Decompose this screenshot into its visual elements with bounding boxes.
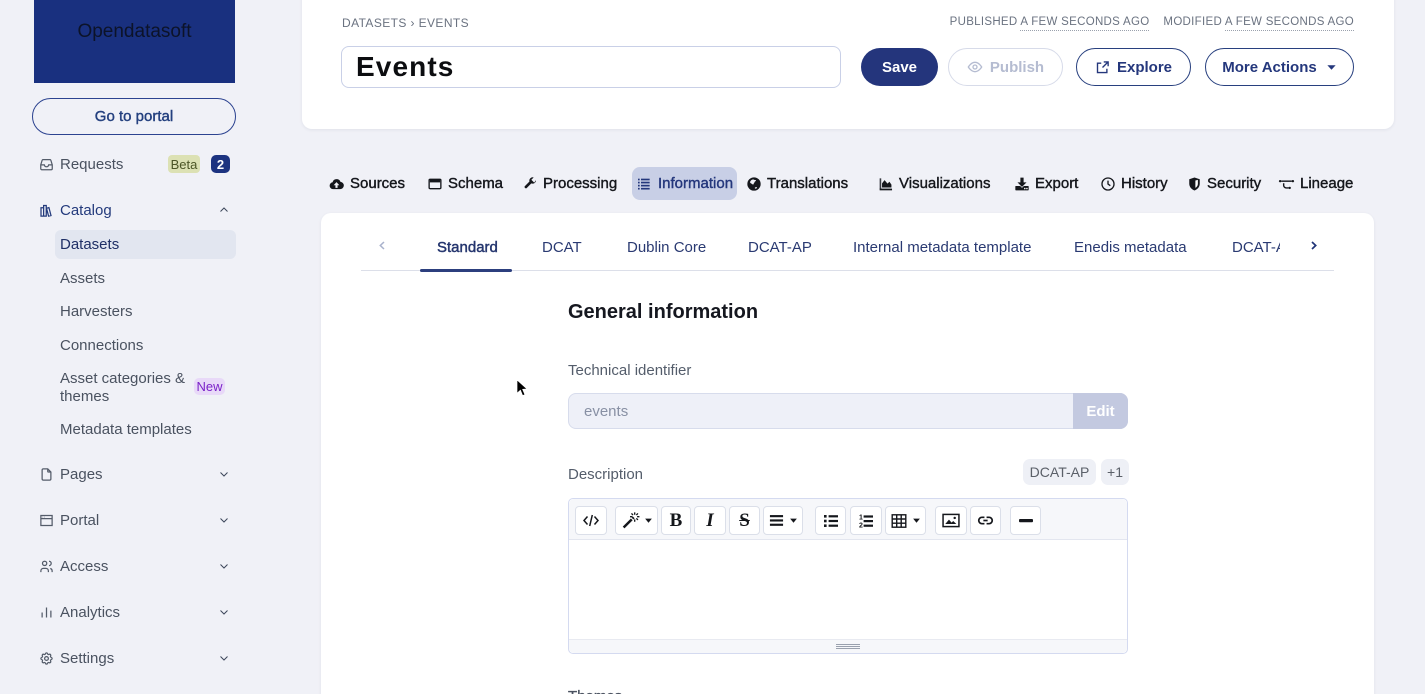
svg-text:2: 2 xyxy=(859,522,863,528)
svg-text:1: 1 xyxy=(859,514,863,521)
